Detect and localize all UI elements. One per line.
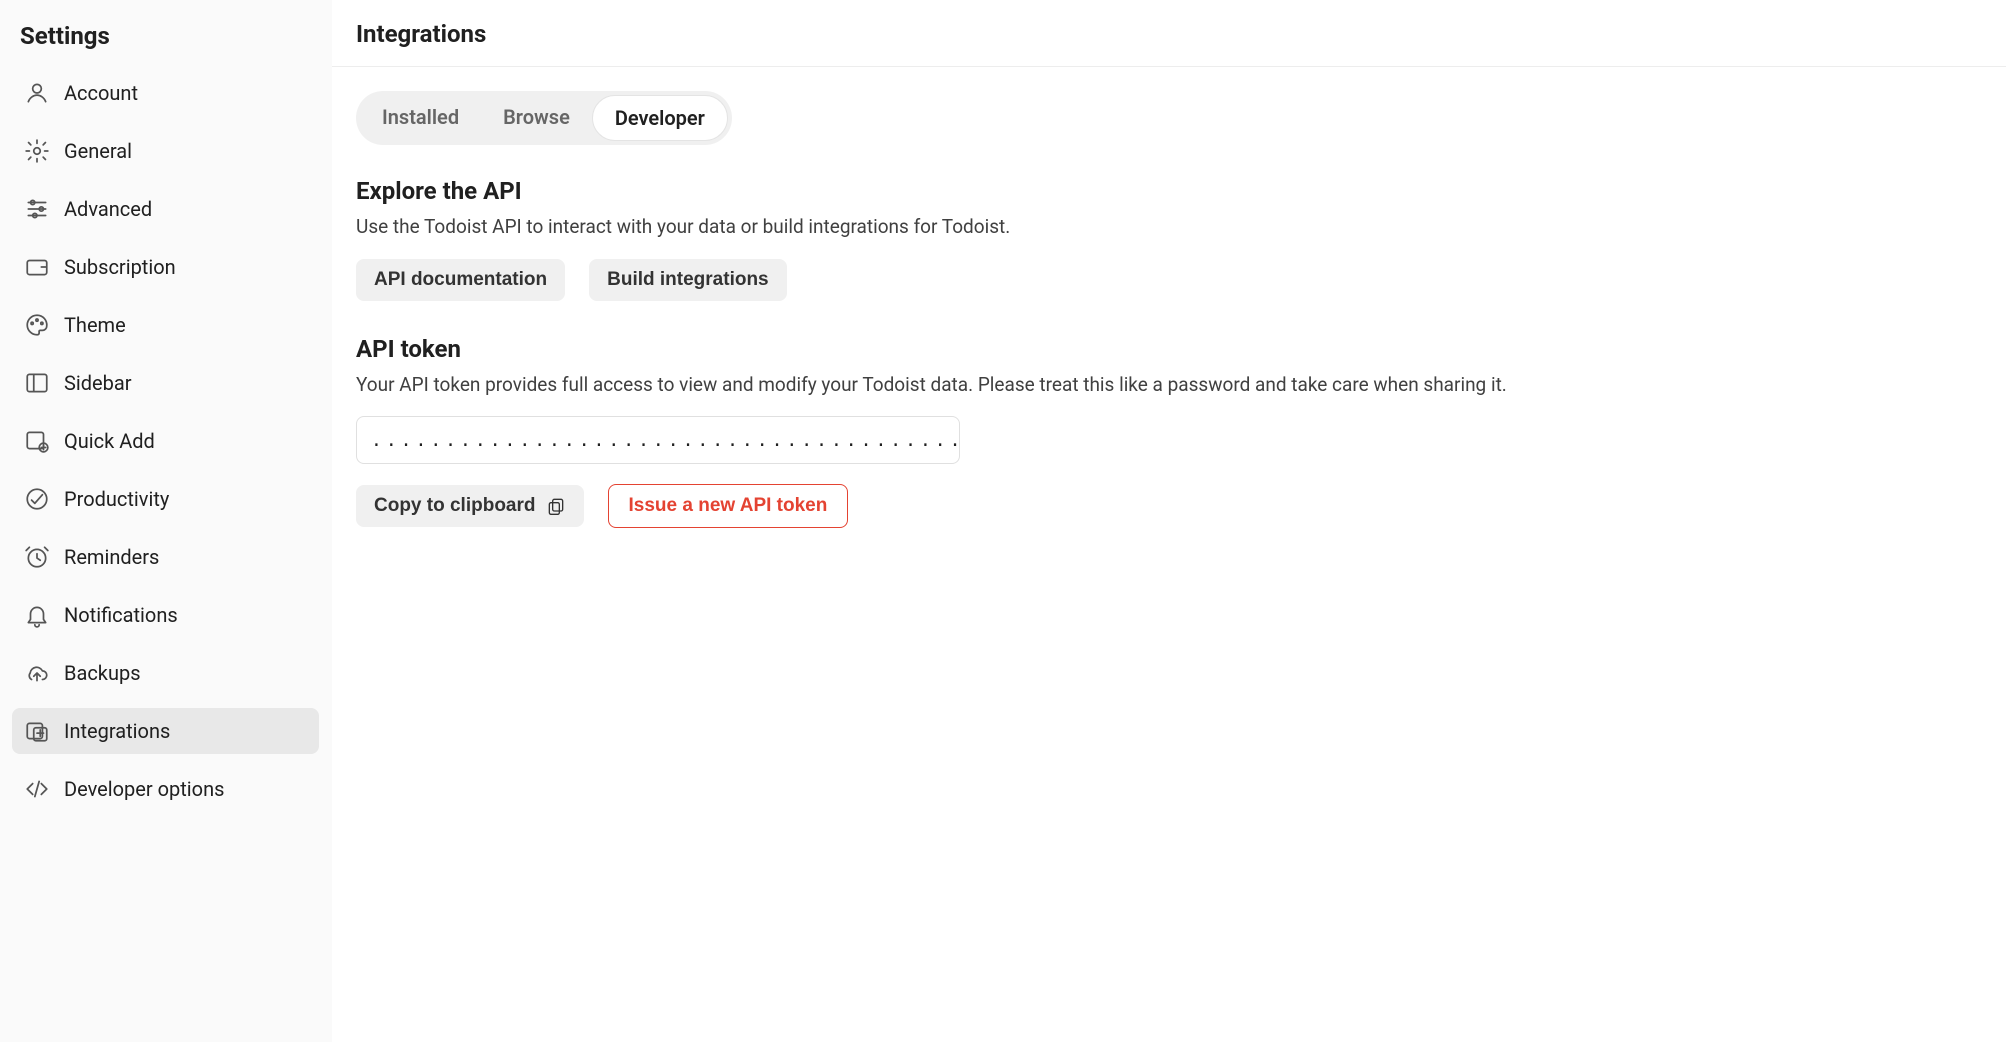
palette-icon [24, 312, 50, 338]
wallet-icon [24, 254, 50, 280]
sidebar-item-label: Quick Add [64, 429, 155, 453]
sidebar-item-label: Account [64, 81, 138, 105]
copy-to-clipboard-button[interactable]: Copy to clipboard [356, 485, 584, 527]
section-description: Your API token provides full access to v… [356, 371, 1982, 399]
page-title: Integrations [356, 20, 1982, 48]
button-label: Copy to clipboard [374, 495, 536, 517]
sidebar-item-reminders[interactable]: Reminders [12, 534, 319, 580]
gear-icon [24, 138, 50, 164]
sidebar-item-subscription[interactable]: Subscription [12, 244, 319, 290]
sidebar-item-label: Advanced [64, 197, 152, 221]
sidebar-item-label: Reminders [64, 545, 159, 569]
sidebar-item-label: Sidebar [64, 371, 132, 395]
sidebar-item-advanced[interactable]: Advanced [12, 186, 319, 232]
sidebar-item-quick-add[interactable]: Quick Add [12, 418, 319, 464]
sidebar-icon [24, 370, 50, 396]
tab-installed[interactable]: Installed [360, 95, 481, 141]
section-heading: API token [356, 335, 1982, 363]
cloud-upload-icon [24, 660, 50, 686]
user-icon [24, 80, 50, 106]
main-panel: Integrations Installed Browse Developer … [332, 0, 2006, 1042]
sidebar-item-label: Subscription [64, 255, 176, 279]
main-body: Installed Browse Developer Explore the A… [332, 67, 2006, 586]
sidebar-item-notifications[interactable]: Notifications [12, 592, 319, 638]
sidebar-item-label: Integrations [64, 719, 170, 743]
issue-new-api-token-button[interactable]: Issue a new API token [608, 484, 849, 528]
api-documentation-button[interactable]: API documentation [356, 259, 565, 301]
sidebar-item-developer-options[interactable]: Developer options [12, 766, 319, 812]
code-icon [24, 776, 50, 802]
sidebar-item-label: Backups [64, 661, 141, 685]
sidebar-title: Settings [12, 18, 319, 70]
alarm-icon [24, 544, 50, 570]
api-token-field: ........................................ [356, 416, 960, 464]
main-header: Integrations [332, 0, 2006, 67]
sidebar-item-label: Developer options [64, 777, 224, 801]
section-heading: Explore the API [356, 177, 1982, 205]
build-integrations-button[interactable]: Build integrations [589, 259, 787, 301]
sidebar-item-account[interactable]: Account [12, 70, 319, 116]
integration-tabs: Installed Browse Developer [356, 91, 732, 145]
sidebar-item-general[interactable]: General [12, 128, 319, 174]
tab-browse[interactable]: Browse [481, 95, 592, 141]
sidebar-item-productivity[interactable]: Productivity [12, 476, 319, 522]
productivity-icon [24, 486, 50, 512]
settings-sidebar: Settings Account General Advanced Subscr… [0, 0, 332, 1042]
sidebar-item-label: Notifications [64, 603, 178, 627]
sidebar-item-label: General [64, 139, 132, 163]
sidebar-item-backups[interactable]: Backups [12, 650, 319, 696]
tab-developer[interactable]: Developer [592, 95, 728, 141]
quick-add-icon [24, 428, 50, 454]
api-token-section: API token Your API token provides full a… [356, 335, 1982, 529]
sidebar-item-label: Productivity [64, 487, 169, 511]
sliders-icon [24, 196, 50, 222]
sidebar-item-integrations[interactable]: Integrations [12, 708, 319, 754]
sidebar-item-theme[interactable]: Theme [12, 302, 319, 348]
bell-icon [24, 602, 50, 628]
api-token-masked-value: ........................................ [371, 430, 964, 451]
section-description: Use the Todoist API to interact with you… [356, 213, 1982, 241]
explore-api-section: Explore the API Use the Todoist API to i… [356, 177, 1982, 301]
clipboard-icon [546, 496, 566, 516]
sidebar-item-label: Theme [64, 313, 126, 337]
integrations-icon [24, 718, 50, 744]
sidebar-item-sidebar[interactable]: Sidebar [12, 360, 319, 406]
